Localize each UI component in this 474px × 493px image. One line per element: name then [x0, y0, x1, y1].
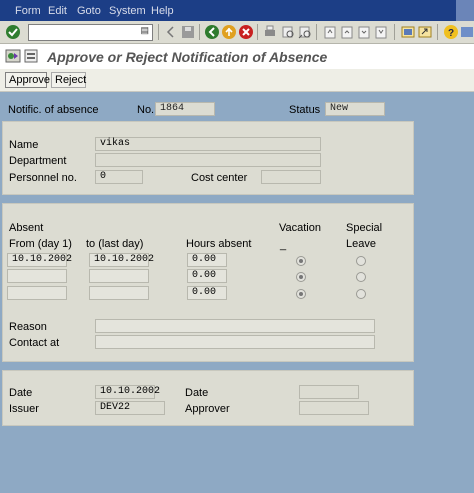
date-label: Date — [9, 387, 33, 399]
other-object-icon[interactable] — [23, 48, 39, 64]
contact-at-field[interactable] — [95, 335, 375, 349]
reject-button[interactable]: Reject — [51, 72, 86, 88]
cost-center-field — [261, 170, 321, 184]
toolbar-separator — [437, 24, 438, 40]
toolbar-separator — [394, 24, 395, 40]
issuer-label: Issuer — [9, 403, 39, 415]
enter-check-icon[interactable] — [5, 24, 21, 40]
hours-field-2[interactable]: 0.00 — [187, 269, 227, 283]
menu-system[interactable]: System — [109, 5, 146, 17]
date-label-2: Date — [185, 387, 209, 399]
reason-field[interactable] — [95, 319, 375, 333]
menu-form[interactable]: Form — [15, 5, 41, 17]
menu-bar: Form Edit Goto System Help — [0, 0, 474, 21]
svg-text:?: ? — [448, 28, 454, 39]
personnel-no-label: Personnel no. — [9, 172, 77, 184]
status-field: New — [325, 102, 385, 116]
toolbar-separator — [257, 24, 258, 40]
layout-menu-icon[interactable] — [460, 24, 474, 40]
new-session-icon[interactable] — [400, 24, 416, 40]
special-leave-radio-3[interactable] — [356, 289, 366, 299]
approver-field — [299, 401, 369, 415]
help-icon[interactable]: ? — [443, 24, 459, 40]
toolbar-separator — [316, 24, 317, 40]
vacation-label: Vacation — [279, 222, 321, 234]
hours-field-1[interactable]: 0.00 — [187, 253, 227, 267]
find-next-icon[interactable] — [297, 24, 313, 40]
command-dropdown-icon[interactable]: ▤ — [140, 25, 149, 36]
to-date-field-2[interactable] — [89, 269, 149, 283]
menu-goto[interactable]: Goto — [77, 5, 101, 17]
absent-label: Absent — [9, 222, 44, 234]
vacation-radio-2[interactable] — [296, 272, 306, 282]
green-back-icon[interactable] — [204, 24, 220, 40]
name-label: Name — [9, 139, 39, 151]
issuer-panel: Date 10.10.2002 Date Issuer DEV22 Approv… — [2, 370, 414, 426]
find-icon[interactable] — [280, 24, 296, 40]
exit-icon[interactable] — [221, 24, 237, 40]
shortcut-icon[interactable] — [417, 24, 433, 40]
display-change-icon[interactable] — [5, 48, 21, 64]
menu-help[interactable]: Help — [151, 5, 174, 17]
next-page-icon[interactable] — [356, 24, 372, 40]
to-date-field-1[interactable]: 10.10.2002 — [89, 253, 154, 267]
name-field: vikas — [95, 137, 321, 151]
special-label: Special — [346, 222, 383, 234]
from-date-field-3[interactable] — [7, 286, 67, 300]
contact-at-label: Contact at — [9, 337, 60, 349]
reason-label: Reason — [9, 321, 47, 333]
toolbar-separator — [158, 24, 159, 40]
special-leave-radio-1[interactable] — [356, 256, 366, 266]
employee-panel: Name vikas Department Personnel no. 0 Co… — [2, 121, 414, 195]
hours-field-3[interactable]: 0.00 — [187, 286, 227, 300]
approver-label: Approver — [185, 403, 230, 415]
command-field[interactable]: ▤ — [28, 24, 153, 41]
page-title: Approve or Reject Notification of Absenc… — [47, 49, 328, 65]
special-leave-radio-2[interactable] — [356, 272, 366, 282]
vacation-radio-3[interactable] — [296, 289, 306, 299]
back-arrow-icon[interactable] — [163, 24, 179, 40]
hours-absent-label: Hours absent — [186, 238, 252, 250]
window-control-icon[interactable] — [456, 0, 474, 21]
cancel-icon[interactable] — [238, 24, 254, 40]
print-icon[interactable] — [262, 24, 278, 40]
title-area: Approve or Reject Notification of Absenc… — [0, 44, 474, 69]
save-icon[interactable] — [180, 24, 196, 40]
issuer-field: DEV22 — [95, 401, 165, 415]
leave-label: Leave — [346, 238, 376, 250]
cost-center-label: Cost center — [191, 172, 248, 184]
notification-number-field: 1864 — [155, 102, 215, 116]
from-date-field-1[interactable]: 10.10.2002 — [7, 253, 72, 267]
prev-page-icon[interactable] — [339, 24, 355, 40]
toolbar-separator — [199, 24, 200, 40]
last-page-icon[interactable] — [373, 24, 389, 40]
vacation-radio-1[interactable] — [296, 256, 306, 266]
absence-panel: Absent Vacation Special From (day 1) to … — [2, 203, 414, 362]
from-day-label: From (day 1) — [9, 238, 72, 250]
notific-of-absence-label: Notific. of absence — [8, 104, 99, 116]
to-date-field-3[interactable] — [89, 286, 149, 300]
vacation-sub-label: _ — [280, 239, 287, 251]
to-last-day-label: to (last day) — [86, 238, 144, 250]
standard-toolbar: ▤ ? — [0, 21, 474, 44]
approve-button[interactable]: Approve — [5, 72, 50, 88]
department-field — [95, 153, 321, 167]
status-label: Status — [289, 104, 321, 116]
date-field: 10.10.2002 — [95, 385, 160, 399]
from-date-field-2[interactable] — [7, 269, 67, 283]
department-label: Department — [9, 155, 67, 167]
no-label: No. — [137, 104, 155, 116]
first-page-icon[interactable] — [322, 24, 338, 40]
application-toolbar: Approve Reject — [0, 69, 474, 92]
menu-edit[interactable]: Edit — [48, 5, 67, 17]
personnel-no-field: 0 — [95, 170, 143, 184]
date-field-2 — [299, 385, 359, 399]
